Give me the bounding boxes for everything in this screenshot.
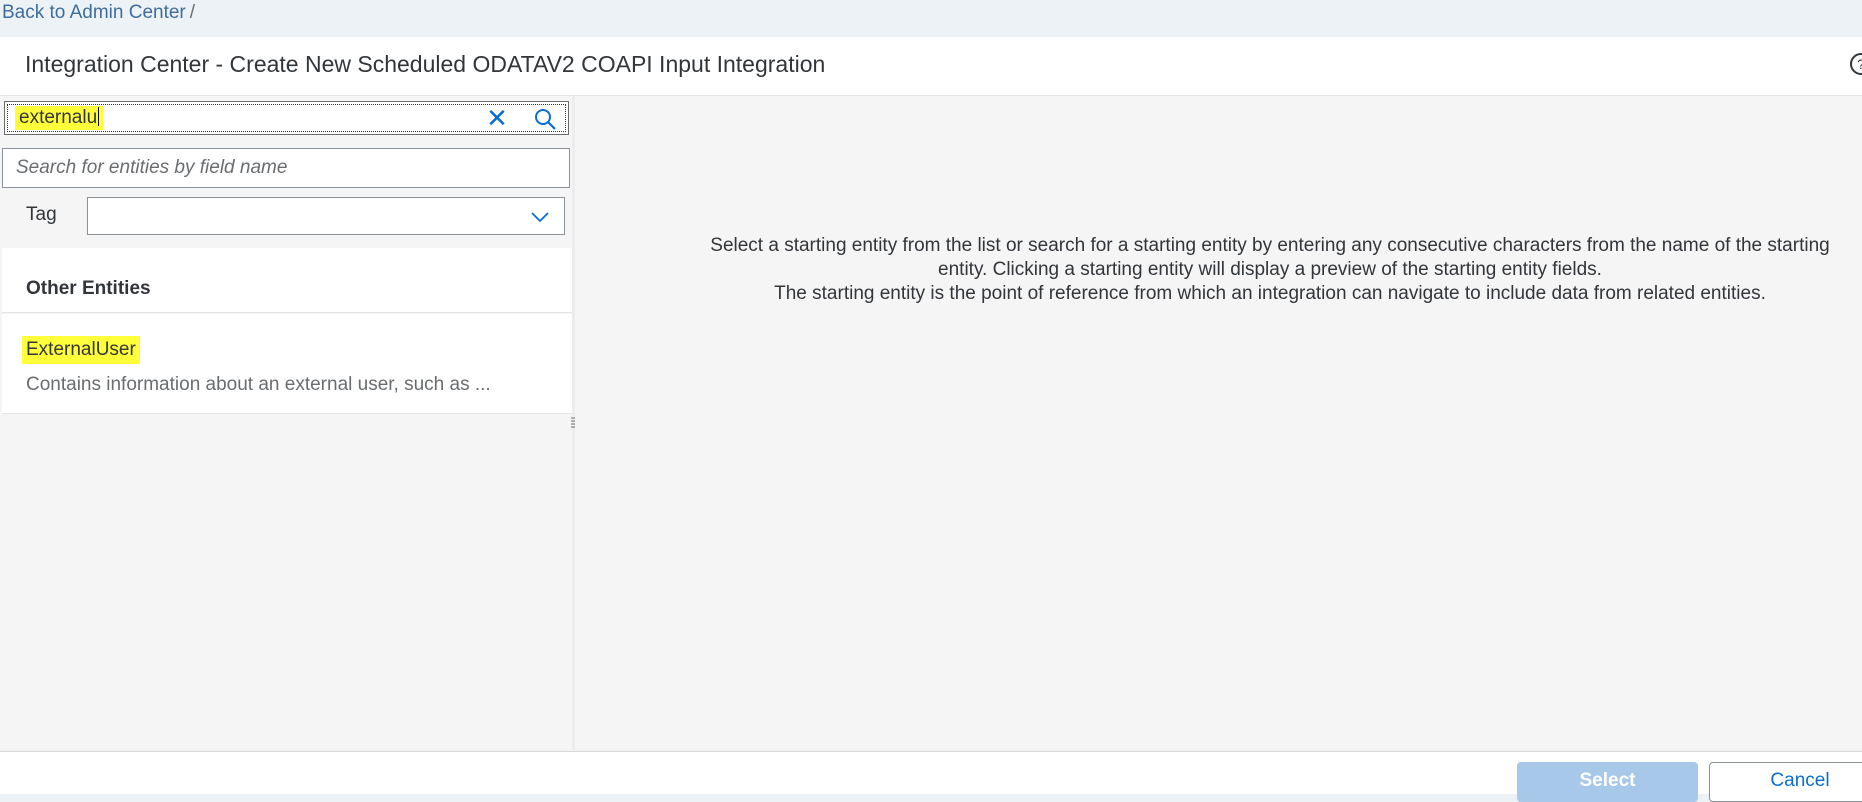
tag-select[interactable] [87,197,565,235]
dialog-footer: Select Cancel [0,751,1862,802]
field-name-search-input[interactable]: Search for entities by field name [2,148,570,188]
select-button[interactable]: Select [1517,762,1698,802]
breadcrumb-separator: / [189,2,196,23]
entity-list-panel: externalu ✕ Search for entities by field… [0,96,572,750]
chevron-down-icon [531,212,549,223]
group-title: Other Entities [26,278,151,299]
entity-description: Contains information about an external u… [26,374,491,395]
instruction-line-3: The starting entity is the point of refe… [774,283,1766,304]
cancel-button[interactable]: Cancel [1709,762,1862,802]
breadcrumb: Back to Admin Center / [2,2,195,30]
preview-panel: Select a starting entity from the list o… [575,96,1862,750]
group-header: Other Entities [2,248,572,313]
list-item[interactable]: ExternalUser Contains information about … [2,314,572,414]
tag-label: Tag [26,204,57,225]
search-icon[interactable] [533,107,557,131]
page-title: Integration Center - Create New Schedule… [25,51,826,77]
dialog-header: Integration Center - Create New Schedule… [0,37,1862,96]
back-to-admin-center-link[interactable]: Back to Admin Center [2,2,186,23]
instruction-line-1: Select a starting entity from the list o… [710,235,1830,256]
search-input-value[interactable]: externalu [15,106,104,130]
instruction-text: Select a starting entity from the list o… [575,234,1862,306]
entity-name[interactable]: ExternalUser [22,336,140,364]
instruction-line-2: entity. Clicking a starting entity will … [938,259,1602,280]
close-icon[interactable]: ✕ [485,104,509,132]
entity-search-input[interactable]: externalu ✕ [4,101,569,135]
help-icon[interactable]: ? [1850,53,1862,75]
